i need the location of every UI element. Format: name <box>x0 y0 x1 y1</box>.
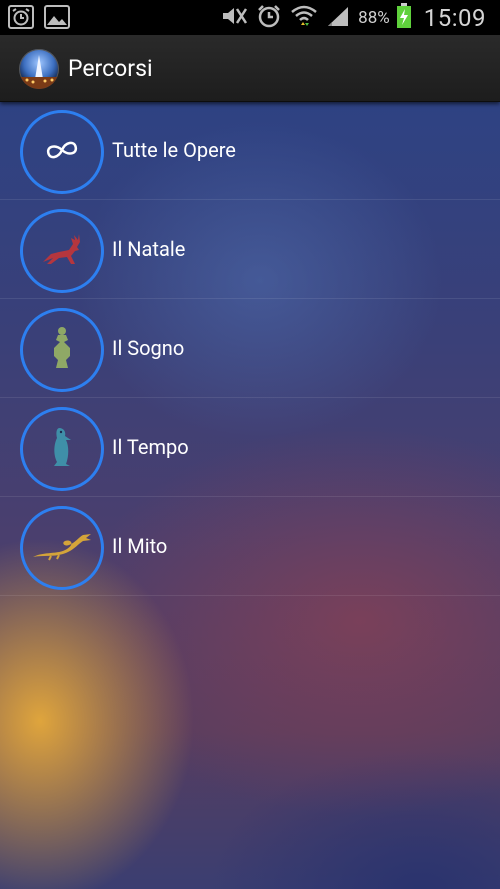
main-content: Tutte le Opere Il Natale Il Sogno Il Tem… <box>0 101 500 889</box>
list-item-il-sogno[interactable]: Il Sogno <box>0 299 500 398</box>
list-item-icon-circle <box>20 209 104 293</box>
list-item-icon-circle <box>20 308 104 392</box>
mute-icon <box>220 5 248 31</box>
status-bar: 88% 15:09 <box>0 0 500 35</box>
signal-icon <box>326 5 350 31</box>
vase-figure-icon <box>49 326 75 374</box>
app-logo-icon[interactable] <box>19 49 59 89</box>
dragon-icon <box>31 531 93 565</box>
penguin-icon <box>49 426 75 472</box>
list-item-il-tempo[interactable]: Il Tempo <box>0 398 500 497</box>
infinity-icon <box>42 140 82 164</box>
status-clock: 15:09 <box>423 3 486 32</box>
battery-charging-icon <box>396 2 412 33</box>
list-item-icon-circle <box>20 506 104 590</box>
list-item-label: Tutte le Opere <box>112 138 236 162</box>
alarm-icon <box>256 4 282 32</box>
list-item-il-mito[interactable]: Il Mito <box>0 497 500 596</box>
list-item-label: Il Natale <box>112 237 186 261</box>
list-item-icon-circle <box>20 110 104 194</box>
list-item-label: Il Mito <box>112 534 168 558</box>
action-bar: Percorsi <box>0 35 500 102</box>
list-item-label: Il Tempo <box>112 435 189 459</box>
list-item-label: Il Sogno <box>112 336 185 360</box>
list-item-il-natale[interactable]: Il Natale <box>0 200 500 299</box>
alarm-clock-icon <box>8 5 34 33</box>
route-list: Tutte le Opere Il Natale Il Sogno Il Tem… <box>0 101 500 596</box>
image-icon <box>44 5 70 33</box>
list-item-tutte-le-opere[interactable]: Tutte le Opere <box>0 101 500 200</box>
list-item-icon-circle <box>20 407 104 491</box>
reindeer-icon <box>39 230 85 272</box>
battery-percent: 88% <box>358 7 390 28</box>
wifi-icon <box>290 3 318 33</box>
page-title: Percorsi <box>68 55 153 82</box>
